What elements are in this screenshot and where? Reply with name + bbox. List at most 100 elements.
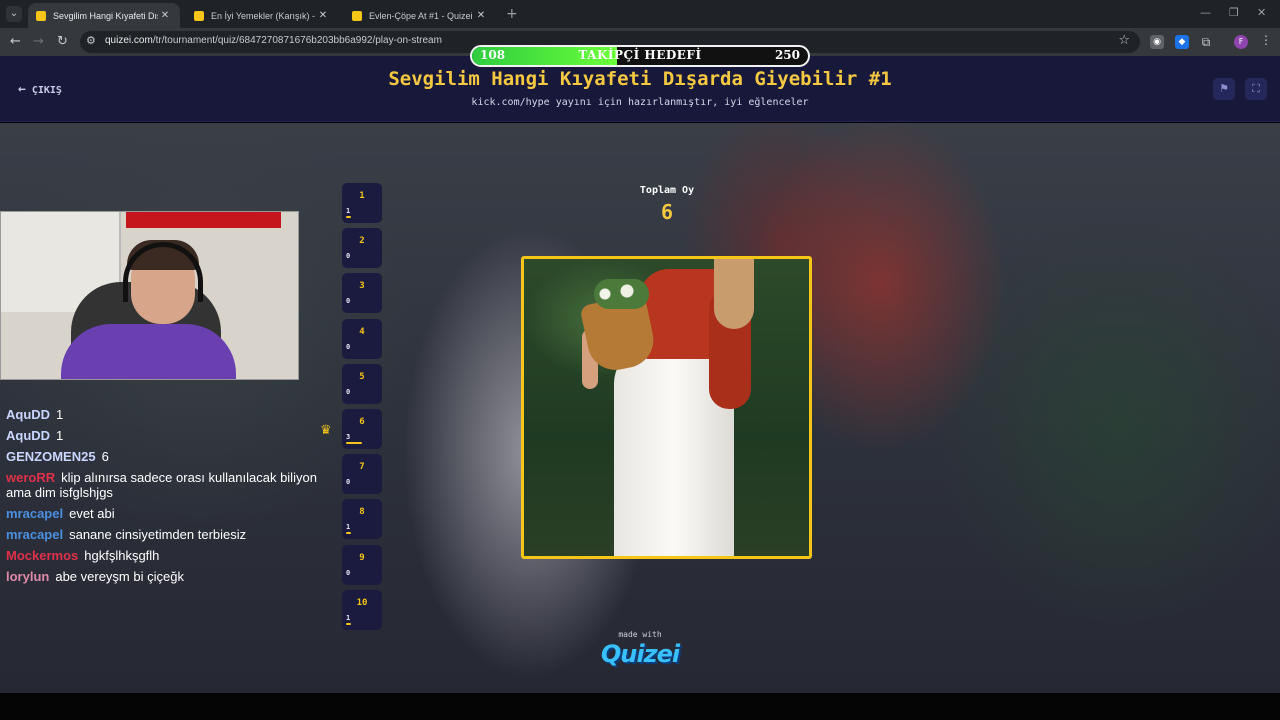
browser-menu-icon[interactable]: ⋮ [1260, 33, 1272, 47]
total-votes-value: 6 [660, 200, 674, 224]
quiz-title: Sevgilim Hangi Kıyafeti Dışarda Giyebili… [388, 68, 892, 90]
option-vote-count: 0 [346, 252, 351, 261]
tab-title: Evlen-Çöpe At #1 - Quizei [369, 10, 473, 21]
chat-username[interactable]: mracapel [6, 527, 63, 542]
minimize-icon[interactable]: — [1200, 6, 1211, 19]
chat-username[interactable]: GENZOMEN25 [6, 449, 96, 464]
chat-text: hgkfşlhkşgflh [84, 548, 160, 563]
chat-message: mracapel evet abi [6, 506, 336, 521]
chat-username[interactable]: weroRR [6, 470, 55, 485]
chat-message: AquDD 1 [6, 428, 336, 443]
goal-label: TAKİPÇİ HEDEFİ [578, 48, 702, 62]
chat-message: GENZOMEN25 6 [6, 449, 336, 464]
bookmark-star-icon[interactable]: ☆ [1118, 33, 1130, 48]
quizei-favicon-icon [194, 10, 204, 21]
photo-flowers [594, 279, 649, 309]
url-text: quizei.com/tr/tournament/quiz/6847270871… [105, 35, 442, 46]
new-tab-icon[interactable]: + [506, 6, 518, 22]
chat-message: AquDD 1 [6, 407, 336, 422]
quiz-subtitle: kick.com/hype yayını için hazırlanmıştır… [471, 97, 809, 108]
window-close-icon[interactable]: ✕ [1257, 6, 1266, 19]
extensions-puzzle-icon[interactable]: ⧉ [1199, 35, 1213, 49]
quizei-logo[interactable]: Quizei [0, 640, 1280, 668]
option-vote-count: 1 [346, 523, 351, 532]
extension-camera-icon[interactable]: ◉ [1150, 35, 1164, 49]
chat-message: lorylun abe vereyşm bi çiçeğk [6, 569, 336, 584]
tab-close-icon[interactable]: ✕ [474, 10, 488, 21]
follower-goal-bar: 108 TAKİPÇİ HEDEFİ 250 [470, 45, 810, 67]
option-number: 6 [359, 417, 365, 427]
tab-close-icon[interactable]: ✕ [316, 10, 330, 21]
tab-close-icon[interactable]: ✕ [158, 10, 172, 21]
vote-option-5[interactable]: 50 [342, 363, 382, 404]
extension-shield-icon[interactable]: ◆ [1175, 35, 1189, 49]
browser-tab-strip: ⌄ Sevgilim Hangi Kıyafeti Dışarda ✕ En İ… [0, 0, 1280, 28]
option-vote-bar [346, 532, 351, 535]
vote-option-7[interactable]: 70 [342, 454, 382, 495]
option-vote-bar [346, 622, 351, 625]
option-vote-count: 0 [346, 297, 351, 306]
browser-tab-1[interactable]: Sevgilim Hangi Kıyafeti Dışarda ✕ [28, 3, 180, 28]
vote-option-3[interactable]: 30 [342, 273, 382, 314]
option-number: 4 [359, 326, 365, 337]
tab-title: Sevgilim Hangi Kıyafeti Dışarda [53, 10, 158, 21]
webcam-shirt [61, 324, 236, 379]
report-flag-icon[interactable]: ⚑ [1213, 78, 1235, 100]
made-with-label: made with [618, 630, 662, 639]
option-number: 9 [359, 552, 365, 563]
quizei-favicon-icon [352, 10, 362, 21]
browser-tab-3[interactable]: Evlen-Çöpe At #1 - Quizei ✕ [344, 3, 496, 28]
browser-tab-2[interactable]: En İyi Yemekler (Karışık) - Quizei ✕ [186, 3, 338, 28]
chat-text: sanane cinsiyetimden terbiesiz [69, 527, 247, 542]
option-vote-bar [346, 442, 362, 444]
option-vote-count: 1 [346, 613, 351, 622]
chat-text: evet abi [69, 506, 115, 521]
chat-panel: AquDD 1 AquDD 1 GENZOMEN25 6 weroRR klip alınır… [6, 407, 336, 590]
reload-icon[interactable]: ↻ [57, 34, 68, 49]
restore-icon[interactable]: ❐ [1229, 6, 1239, 19]
option-vote-count: 3 [346, 433, 351, 441]
option-vote-count: 0 [346, 342, 351, 351]
chat-username[interactable]: mracapel [6, 506, 63, 521]
chat-username[interactable]: AquDD [6, 428, 50, 443]
site-info-icon[interactable]: ⚙ [86, 34, 96, 47]
option-vote-count: 0 [346, 387, 351, 396]
vote-option-4[interactable]: 40 [342, 318, 382, 359]
chat-text: 1 [56, 428, 64, 443]
chat-text: 1 [56, 407, 64, 422]
option-vote-count: 0 [346, 568, 351, 577]
photo-hair [714, 259, 754, 329]
chat-message: Mockermos hgkfşlhkşgflh [6, 548, 336, 563]
tab-title: En İyi Yemekler (Karışık) - Quizei [211, 10, 316, 21]
option-number: 10 [356, 597, 368, 608]
candidate-outfit-image[interactable] [521, 256, 812, 559]
chat-text: 6 [101, 449, 109, 464]
option-vote-count: 0 [346, 478, 351, 487]
chat-text: abe vereyşm bi çiçeğk [55, 569, 184, 584]
vote-option-8[interactable]: 81 [342, 499, 382, 540]
taskbar-strip [0, 693, 1280, 720]
option-number: 5 [359, 371, 365, 382]
back-icon[interactable]: ← [10, 34, 21, 49]
chat-message: weroRR klip alınırsa sadece orası kullanı… [6, 470, 336, 500]
option-number: 3 [359, 281, 365, 292]
goal-target: 250 [774, 48, 800, 62]
vote-option-9[interactable]: 90 [342, 544, 382, 585]
option-number: 2 [359, 236, 365, 247]
chat-username[interactable]: Mockermos [6, 548, 78, 563]
vote-option-10[interactable]: 10 1 [342, 589, 382, 630]
chat-username[interactable]: lorylun [6, 569, 49, 584]
quizei-favicon-icon [36, 10, 46, 21]
forward-icon[interactable]: → [33, 34, 44, 49]
option-number: 8 [359, 507, 365, 518]
chat-username[interactable]: AquDD [6, 407, 50, 422]
chat-message: mracapel sanane cinsiyetimden terbiesiz [6, 527, 336, 542]
profile-avatar[interactable]: F [1234, 35, 1248, 49]
total-votes-label: Toplam Oy [639, 185, 695, 196]
vote-option-6[interactable]: 63 [342, 409, 382, 449]
webcam-feed [0, 211, 299, 380]
fullscreen-icon[interactable]: ⛶ [1245, 78, 1267, 100]
crown-icon: ♛ [320, 423, 332, 438]
tab-search-icon[interactable]: ⌄ [6, 6, 22, 22]
vote-option-2[interactable]: 20 [342, 228, 382, 269]
